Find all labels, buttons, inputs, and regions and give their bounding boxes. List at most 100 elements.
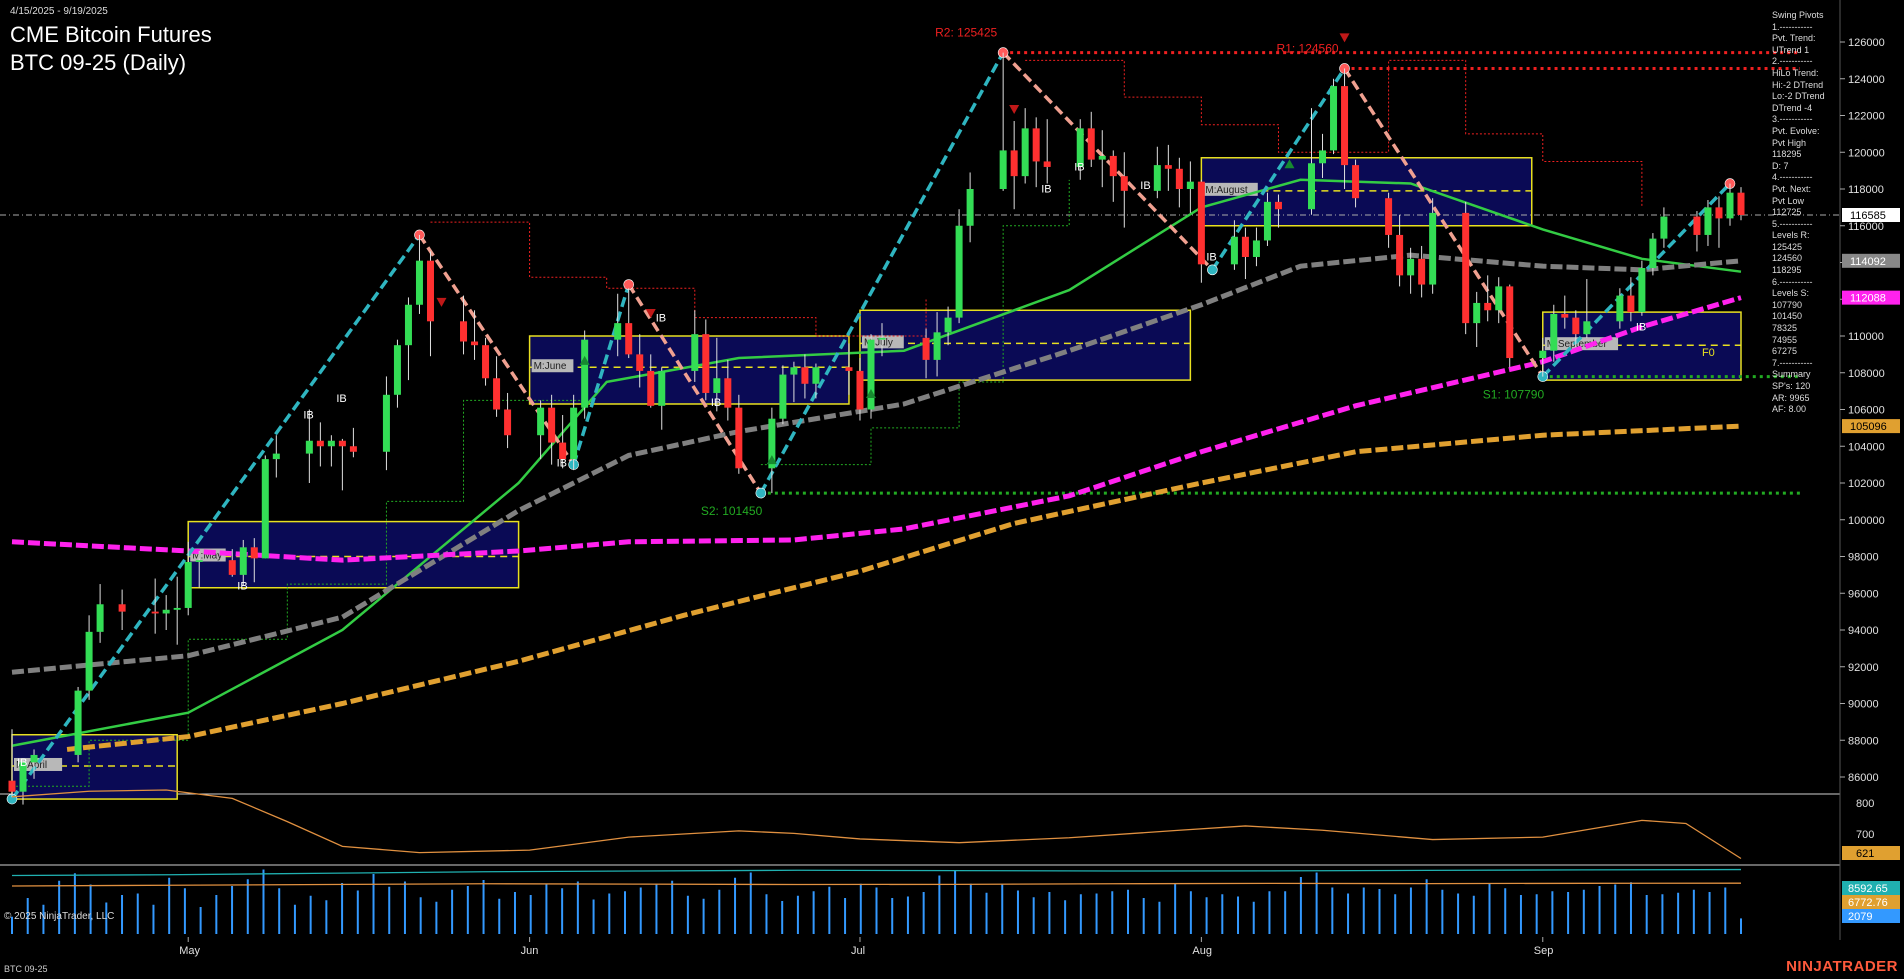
oscillator-tick-label: 800	[1856, 798, 1874, 810]
annotation-label: IB	[1074, 162, 1084, 174]
candle-body	[702, 334, 710, 393]
candle-body	[1737, 192, 1745, 216]
level-label: R1: 124560	[1277, 41, 1339, 55]
candle-body	[1098, 155, 1106, 160]
annotation-label: IB	[1206, 252, 1216, 264]
panel-line: AF: 8.00	[1772, 404, 1807, 415]
candle-body	[482, 345, 490, 379]
price-tick-label: 102000	[1848, 478, 1885, 490]
candle-body	[625, 323, 633, 355]
candle-body	[1550, 313, 1558, 351]
candle-body	[1043, 161, 1051, 167]
panel-line: Pvt. Trend:	[1772, 33, 1816, 44]
volume-average-orange	[11, 882, 1742, 887]
panel-line: 124560	[1772, 253, 1803, 264]
candle-body	[382, 394, 390, 452]
candle-body	[349, 446, 357, 452]
candle-body	[735, 407, 743, 469]
annotation-label: IB	[557, 457, 567, 469]
candle-body	[1495, 286, 1503, 311]
annotation-label: IB	[17, 757, 27, 769]
candle-body	[867, 339, 875, 410]
candle-body	[1120, 176, 1128, 191]
panel-line: DTrend -4	[1772, 102, 1813, 113]
panel-line: Pvt High	[1772, 137, 1807, 148]
monthly-box-label: M:June	[534, 361, 567, 372]
candle-body	[713, 378, 721, 393]
monthly-boxes: M:AprilM:MayM:JuneM:JulyM:AugustM:Septem…	[11, 157, 1742, 800]
candle-body	[305, 440, 313, 454]
price-tick-label: 118000	[1848, 184, 1884, 196]
price-tick-label: 104000	[1848, 441, 1885, 453]
time-tick-label: Aug	[1192, 945, 1212, 957]
candle-body	[272, 453, 280, 460]
candle-body	[118, 604, 126, 612]
brand-logo: NINJATRADER	[1786, 958, 1898, 975]
candle-body	[338, 440, 346, 447]
panel-line: 118295	[1772, 149, 1802, 160]
price-tick-label: 126000	[1848, 37, 1885, 49]
price-tick-label: 96000	[1848, 588, 1879, 600]
time-tick-label: May	[179, 945, 200, 957]
candle-body	[471, 341, 479, 346]
price-badge-value: 105096	[1850, 421, 1887, 433]
candle-body	[1627, 295, 1635, 313]
swing-line	[759, 51, 1005, 494]
pivot-levels: R2: 125425 R1: 124560 S2: 101450 S1: 107790	[0, 26, 1840, 787]
panel-line: Hi:-2 DTrend	[1772, 79, 1824, 90]
copyright: © 2025 NinjaTrader, LLC	[4, 911, 115, 922]
annotation-label: IB	[237, 581, 247, 593]
candle-body	[1087, 128, 1095, 160]
pivot-down-triangle	[436, 297, 447, 307]
chart-title: CME Bitcoin Futures	[10, 22, 212, 47]
trailing-stop-resistance	[430, 221, 927, 337]
candle-body	[1032, 128, 1040, 162]
candle-body	[614, 323, 622, 340]
candle-body	[239, 547, 247, 575]
candle-body	[1153, 165, 1161, 191]
price-tick-label: 106000	[1848, 405, 1885, 417]
candle-body	[96, 604, 104, 632]
price-tick-label: 90000	[1848, 699, 1879, 711]
candle-body	[30, 754, 38, 763]
candle-body	[404, 304, 412, 346]
panel-line: Levels R:	[1772, 230, 1810, 241]
candle-body	[581, 339, 589, 408]
candle-body	[812, 367, 820, 384]
candle-body	[944, 317, 952, 333]
price-axis[interactable]: 86000 88000 90000 92000 94000 96000 98000 10000…	[1840, 37, 1900, 784]
swing-line	[10, 233, 421, 801]
panel-line: 107790	[1772, 299, 1803, 310]
candle-body	[1175, 168, 1183, 189]
candle-body	[955, 225, 963, 318]
panel-line: 6.-----------	[1772, 276, 1813, 287]
pivot-down-triangle	[1339, 33, 1350, 43]
price-tick-label: 100000	[1848, 515, 1885, 527]
candle-body	[261, 459, 269, 559]
price-tick-label: 122000	[1848, 111, 1885, 123]
candle-body	[966, 189, 974, 226]
candle-body	[173, 607, 181, 610]
time-axis[interactable]: May Jun Jul Aug Sep	[179, 937, 1553, 957]
price-tick-label: 116000	[1848, 221, 1884, 233]
panel-line: Pvt. Evolve:	[1772, 125, 1820, 136]
candle-body	[878, 337, 886, 340]
panel-line: 5.-----------	[1772, 218, 1813, 229]
panel-line: 101450	[1772, 311, 1803, 322]
candle-body	[1693, 216, 1701, 235]
candle-body	[460, 321, 468, 342]
monthly-box	[859, 309, 1192, 381]
candle-body	[1473, 302, 1481, 324]
swing-point-marker	[1207, 264, 1218, 276]
candle-body	[570, 407, 578, 460]
chart-subtitle: BTC 09-25 (Daily)	[10, 50, 187, 75]
candle-body	[415, 260, 423, 305]
candle-body	[1396, 234, 1404, 276]
panel-line: 3.-----------	[1772, 114, 1813, 125]
candle-body	[74, 690, 82, 755]
candle-body	[85, 631, 93, 691]
candle-body	[1197, 181, 1205, 265]
price-tick-label: 110000	[1848, 331, 1884, 343]
candle-body	[1462, 212, 1470, 324]
candle-body	[1274, 201, 1282, 210]
